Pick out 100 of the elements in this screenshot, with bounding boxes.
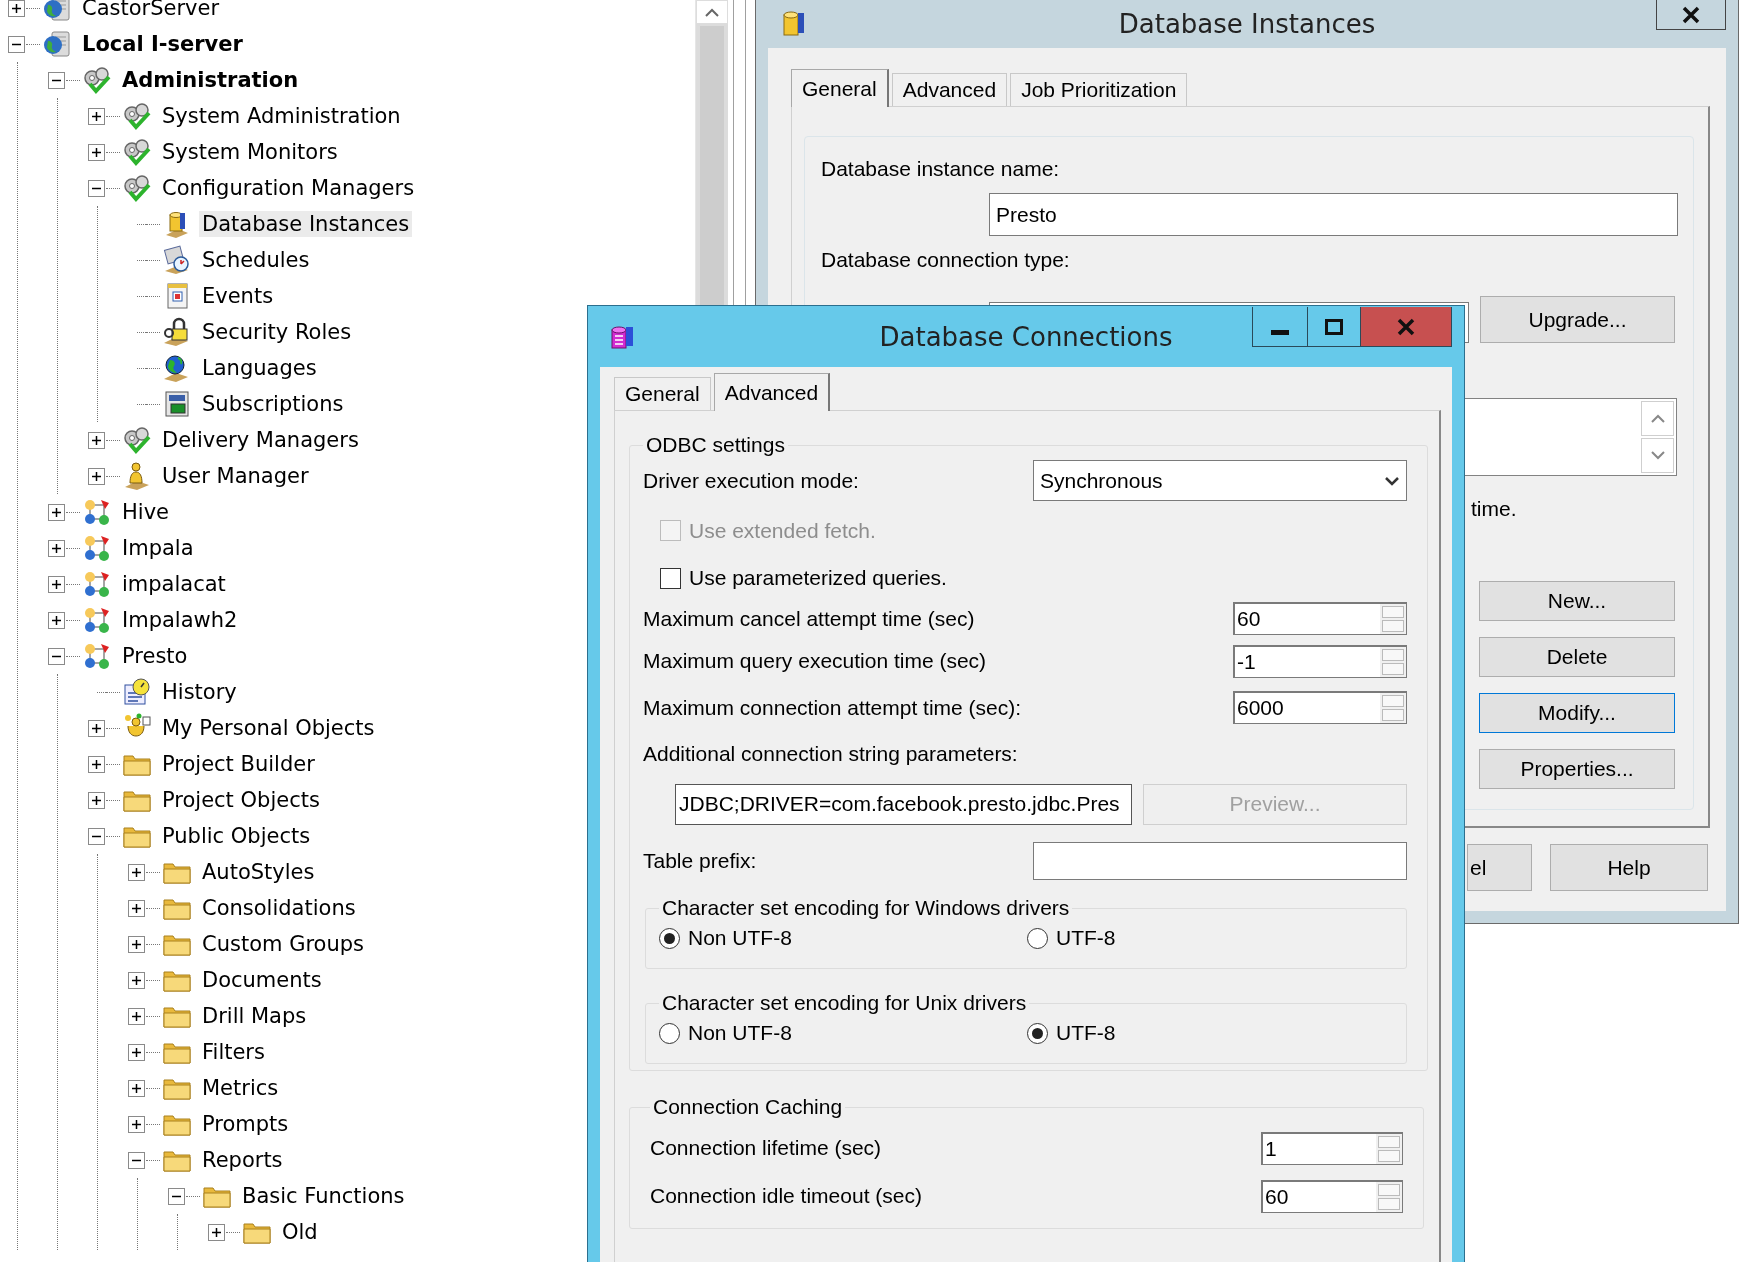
expand-button[interactable] [88,791,105,809]
upgrade-button[interactable]: Upgrade... [1480,296,1675,343]
tree-item[interactable]: System Monitors [159,139,341,165]
collapse-button[interactable] [168,1187,185,1205]
scroll-down-button[interactable] [1641,438,1674,473]
tree-item[interactable]: CastorServer [79,0,223,21]
tree-item[interactable]: System Administration [159,103,404,129]
number-field[interactable]: -1 [1233,644,1407,678]
dropdown-field[interactable]: Synchronous [1033,460,1407,501]
close-button[interactable] [1656,0,1726,30]
tree-item[interactable]: Project Builder [159,751,318,777]
tab[interactable]: General [791,69,889,107]
expand-button[interactable] [48,611,65,629]
tree-item[interactable]: AutoStyles [199,859,318,885]
tree-item[interactable]: History [159,679,240,705]
expand-button[interactable] [128,1007,145,1025]
expand-button[interactable] [128,863,145,881]
minimize-button[interactable] [1252,307,1308,347]
chevron-down-icon [1384,475,1400,486]
scroll-up-button[interactable] [696,0,728,24]
input-field[interactable]: JDBC;DRIVER=com.facebook.presto.jdbc.Pres [675,783,1132,825]
tree-item[interactable]: Old [279,1219,321,1245]
tree-item[interactable]: impalacat [119,571,229,597]
radio-button[interactable] [659,927,680,949]
expand-button[interactable] [48,539,65,557]
number-field[interactable]: 1 [1261,1131,1403,1165]
input-field[interactable]: Presto [989,193,1678,236]
expand-button[interactable] [128,1043,145,1061]
radio-button[interactable] [1027,927,1048,949]
collapse-button[interactable] [88,827,105,845]
spin-buttons[interactable] [1380,646,1406,677]
collapse-button[interactable] [88,179,105,197]
tree-item[interactable]: Local I-server [79,31,246,57]
expand-button[interactable] [88,755,105,773]
number-field[interactable]: 60 [1233,602,1407,635]
collapse-button[interactable] [48,647,65,665]
scroll-up-button[interactable] [1641,401,1674,436]
tree-item[interactable]: Database Instances [199,211,413,237]
tab[interactable]: General [614,377,711,410]
tree-item[interactable]: Subscriptions [199,391,347,417]
expand-button[interactable] [88,719,105,737]
checkbox[interactable] [660,567,681,589]
tree-item[interactable]: Impala [119,535,197,561]
collapse-button[interactable] [128,1151,145,1169]
spin-buttons[interactable] [1376,1181,1402,1212]
tree-item[interactable]: Custom Groups [199,931,367,957]
tree-item[interactable]: Public Objects [159,823,314,849]
action-button[interactable]: Delete [1479,637,1675,677]
tree-item[interactable]: Filters [199,1039,268,1065]
expand-button[interactable] [128,935,145,953]
tree-item[interactable]: Metrics [199,1075,282,1101]
tree-item[interactable]: Delivery Managers [159,427,362,453]
expand-button[interactable] [48,503,65,521]
number-field[interactable]: 6000 [1233,691,1407,724]
radio-button[interactable] [659,1022,680,1044]
help-button[interactable]: Help [1550,844,1708,891]
tree-item[interactable]: Consolidations [199,895,359,921]
tab[interactable]: Advanced [713,373,831,411]
group-title: Character set encoding for Windows drivers [661,896,1071,920]
action-button[interactable]: Properties... [1479,749,1675,789]
cancel-button[interactable]: el [1467,844,1532,891]
tree-item[interactable]: Basic Functions [239,1183,408,1209]
tab[interactable]: Job Prioritization [1010,73,1188,106]
tree-item[interactable]: Project Objects [159,787,323,813]
tree-item[interactable]: Presto [119,643,191,669]
tree-item[interactable]: Impalawh2 [119,607,241,633]
expand-button[interactable] [88,143,105,161]
expand-button[interactable] [8,0,25,17]
tree-item[interactable]: Prompts [199,1111,292,1137]
tree-item[interactable]: Languages [199,355,320,381]
input-field[interactable] [1033,842,1407,880]
radio-button[interactable] [1027,1022,1048,1044]
expand-button[interactable] [128,899,145,917]
expand-button[interactable] [48,575,65,593]
tree-item[interactable]: My Personal Objects [159,715,378,741]
tree-item[interactable]: Schedules [199,247,313,273]
expand-button[interactable] [208,1223,225,1241]
tree-item[interactable]: Configuration Managers [159,175,418,201]
tree-item[interactable]: Administration [119,67,302,93]
expand-button[interactable] [88,107,105,125]
expand-button[interactable] [128,971,145,989]
collapse-button[interactable] [48,71,65,89]
spin-buttons[interactable] [1376,1133,1402,1164]
tree-item[interactable]: Documents [199,967,325,993]
action-button[interactable]: Modify... [1479,693,1675,733]
expand-button[interactable] [88,467,105,485]
number-field[interactable]: 60 [1261,1179,1403,1213]
tree-item[interactable]: Events [199,283,277,309]
tree-item[interactable]: Security Roles [199,319,355,345]
expand-button[interactable] [88,431,105,449]
tree-item[interactable]: Drill Maps [199,1003,310,1029]
maximize-button[interactable] [1308,307,1361,347]
collapse-button[interactable] [8,35,25,53]
action-button[interactable]: New... [1479,581,1675,621]
expand-button[interactable] [128,1079,145,1097]
tree-item[interactable]: User Manager [159,463,312,489]
tree-item[interactable]: Hive [119,499,172,525]
tab[interactable]: Advanced [891,73,1008,106]
expand-button[interactable] [128,1115,145,1133]
tree-item[interactable]: Reports [199,1147,286,1173]
